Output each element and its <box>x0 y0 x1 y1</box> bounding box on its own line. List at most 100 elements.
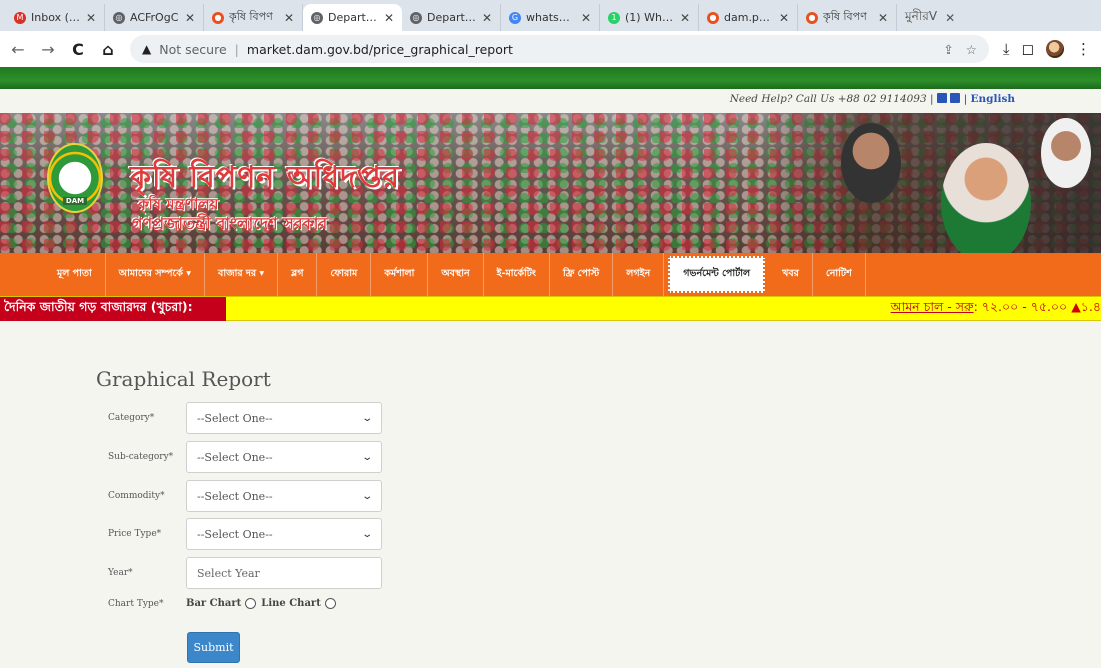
tab-close-icon[interactable]: ✕ <box>284 11 294 25</box>
price-type-select[interactable]: --Select One-- ⌄ <box>186 518 382 550</box>
tab-favicon-icon: M <box>14 11 26 24</box>
price-type-row: Price Type* --Select One-- ⌄ <box>108 518 382 550</box>
nav-item[interactable]: গভর্নমেন্ট পোর্টাল <box>668 256 766 293</box>
bookmark-star-icon[interactable]: ☆ <box>966 42 977 57</box>
bar-chart-label: Bar Chart <box>186 598 242 609</box>
home-icon[interactable]: ⌂ <box>100 40 116 59</box>
ticker-item-link[interactable]: আমন চাল - সরু <box>891 299 974 319</box>
year-placeholder: Select Year <box>197 566 260 580</box>
reload-icon[interactable]: C <box>70 40 86 59</box>
ticker-content: আমন চাল - সরু : ৭২.০০ - ৭৫.০০ ▲১.৪ <box>891 297 1101 321</box>
nav-item[interactable]: লগইন <box>613 253 665 296</box>
profile-chip[interactable]: মুনীরV <box>905 8 937 28</box>
back-icon[interactable]: ← <box>10 40 26 59</box>
main-nav: মূল পাতা আমাদের সম্পর্কে ▾ বাজার দর ▾ ব্লগ ফ… <box>0 253 1101 296</box>
language-link[interactable]: English <box>970 93 1015 105</box>
browser-tab[interactable]: M Inbox (24 ✕ <box>6 4 105 31</box>
browser-tab[interactable]: ◎ ACFrOgC ✕ <box>105 4 204 31</box>
browser-tab[interactable]: Gwhatsapp ✕ <box>501 4 600 31</box>
nav-item[interactable]: ফ্রি পোস্ট <box>550 253 614 296</box>
browser-tab[interactable]: ● কৃষি বিপণ ✕ <box>204 4 303 31</box>
url-text: market.dam.gov.bd/price_graphical_report <box>246 41 513 57</box>
help-text: Need Help? Call Us +88 02 9114093 <box>729 93 927 105</box>
tab-label: কৃষি বিপণ <box>229 10 273 23</box>
tab-close-icon[interactable]: ✕ <box>680 11 690 25</box>
tab-label: Departme <box>427 11 477 24</box>
browser-tab[interactable]: 1 (1) Whats ✕ <box>600 4 699 31</box>
subcategory-value: --Select One-- <box>197 450 273 464</box>
menu-icon[interactable]: ⋮ <box>1076 40 1091 58</box>
year-row: Year* Select Year <box>108 557 382 589</box>
logo-text: DAM <box>62 197 88 205</box>
commodity-label: Commodity* <box>108 491 165 501</box>
nav-item[interactable]: আমাদের সম্পর্কে ▾ <box>106 253 206 296</box>
commodity-row: Commodity* --Select One-- ⌄ <box>108 480 382 512</box>
nav-item[interactable]: খবর <box>769 253 813 296</box>
submit-button[interactable]: Submit <box>187 632 240 663</box>
browser-tab[interactable]: ● কৃষি বিপণ ✕ <box>798 4 897 31</box>
subcategory-label: Sub-category* <box>108 452 174 462</box>
tab-close-icon[interactable]: ✕ <box>86 11 96 25</box>
page-title: Graphical Report <box>96 367 271 391</box>
tab-label: (1) Whats <box>625 11 675 24</box>
dam-logo[interactable]: DAM <box>47 143 103 213</box>
profile-avatar[interactable] <box>1046 40 1064 58</box>
top-green-bar <box>0 67 1101 89</box>
nav-item[interactable]: অবস্থান <box>428 253 484 296</box>
category-label: Category* <box>108 413 155 423</box>
tab-close-icon[interactable]: ✕ <box>779 11 789 25</box>
chevron-down-icon: ⌄ <box>360 451 373 463</box>
chevron-down-icon: ⌄ <box>360 490 373 502</box>
tab-close-icon[interactable]: ✕ <box>878 11 888 25</box>
nav-item[interactable]: ব্লগ <box>278 253 318 296</box>
year-label: Year* <box>108 568 133 578</box>
tab-favicon-icon: G <box>509 11 521 24</box>
price-type-value: --Select One-- <box>197 527 273 541</box>
tab-close-icon[interactable]: ✕ <box>185 11 195 25</box>
share-icon[interactable]: ⇪ <box>943 42 953 57</box>
line-chart-radio[interactable] <box>324 598 336 609</box>
category-select[interactable]: --Select One-- ⌄ <box>186 402 382 434</box>
subcategory-select[interactable]: --Select One-- ⌄ <box>186 441 382 473</box>
nav-item[interactable]: ফোরাম <box>317 253 372 296</box>
browser-tab[interactable]: ● dam.port ✕ <box>699 4 798 31</box>
nav-item[interactable]: নোটিশ <box>813 253 866 296</box>
close-icon[interactable]: ✕ <box>945 11 955 25</box>
tab-close-icon[interactable]: ✕ <box>482 11 492 25</box>
tab-favicon-icon: ● <box>806 11 818 24</box>
subcategory-row: Sub-category* --Select One-- ⌄ <box>108 441 382 473</box>
url-input[interactable]: ▲ Not secure | market.dam.gov.bd/price_g… <box>130 35 989 63</box>
tab-label: ACFrOgC <box>130 11 179 24</box>
tab-label: Departme <box>328 11 379 24</box>
price-ticker: দৈনিক জাতীয় গড় বাজারদর (খুচরা): আমন চা… <box>0 296 1101 321</box>
bar-chart-radio[interactable] <box>245 598 257 609</box>
browser-tab[interactable]: ◎ Departme ✕ <box>402 4 501 31</box>
category-row: Category* --Select One-- ⌄ <box>108 402 382 434</box>
site-banner: DAM কৃষি বিপণন অধিদপ্তর কৃষি মন্ত্রণালয়… <box>0 113 1101 253</box>
browser-tab[interactable]: ◎ Departme ✕ <box>303 4 402 31</box>
nav-item[interactable]: কর্মশালা <box>371 253 429 296</box>
tab-close-icon[interactable]: ✕ <box>384 11 394 25</box>
nav-item[interactable]: ই-মার্কেটিং <box>484 253 550 296</box>
chart-type-label: Chart Type* <box>108 598 164 609</box>
tab-close-icon[interactable]: ✕ <box>581 11 591 25</box>
commodity-select[interactable]: --Select One-- ⌄ <box>186 480 382 512</box>
download-icon[interactable]: ⤓ <box>1003 40 1010 58</box>
tab-label: dam.port <box>724 11 774 24</box>
forward-icon[interactable]: → <box>40 40 56 59</box>
address-bar-row: ← → C ⌂ ▲ Not secure | market.dam.gov.bd… <box>0 31 1101 67</box>
ticker-label: দৈনিক জাতীয় গড় বাজারদর (খুচরা): <box>0 297 226 321</box>
nav-item[interactable]: মূল পাতা <box>44 253 106 296</box>
price-type-label: Price Type* <box>108 529 162 539</box>
warning-icon[interactable]: ▲ <box>142 42 151 56</box>
facebook-icon[interactable] <box>950 93 961 103</box>
tab-favicon-icon: ◎ <box>113 11 125 24</box>
tab-search-icon[interactable]: ◻ <box>1022 40 1034 58</box>
nav-item[interactable]: বাজার দর ▾ <box>205 253 279 296</box>
chart-type-row: Chart Type* Bar Chart Line Chart <box>108 598 339 609</box>
year-input[interactable]: Select Year <box>186 557 382 589</box>
social-icon[interactable] <box>936 93 947 103</box>
url-separator: | <box>234 41 239 57</box>
tab-favicon-icon: ◎ <box>410 11 422 24</box>
tab-label: Inbox (24 <box>31 11 81 24</box>
